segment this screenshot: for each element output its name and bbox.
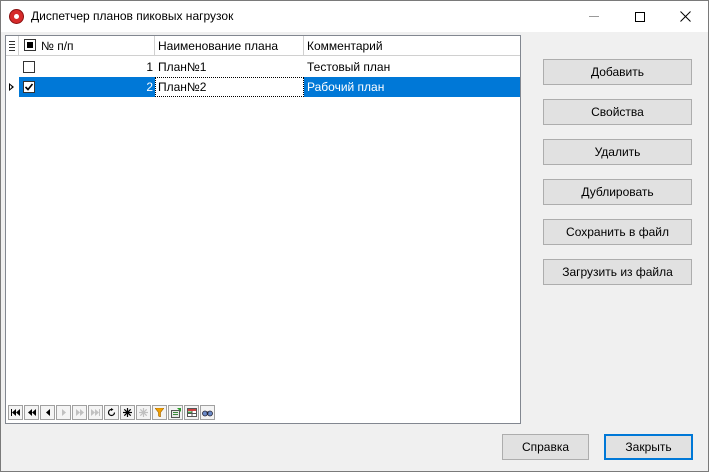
grid-settings-button[interactable] — [184, 405, 199, 420]
find-button[interactable] — [200, 405, 215, 420]
last-record-button[interactable] — [88, 405, 103, 420]
plans-grid[interactable]: № п/п Наименование плана Комментарий 1 П… — [5, 35, 521, 424]
next-record-icon — [61, 409, 66, 416]
grid-menu-button[interactable] — [6, 36, 19, 56]
dialog-window: Диспетчер планов пиковых нагрузок № п/п — [0, 0, 709, 472]
grid-navigator — [8, 405, 215, 422]
duplicate-button[interactable]: Дублировать — [543, 179, 692, 205]
properties-button[interactable]: Свойства — [543, 99, 692, 125]
add-button[interactable]: Добавить — [543, 59, 692, 85]
cell-comment[interactable]: Рабочий план — [304, 77, 520, 97]
minimize-button[interactable] — [571, 1, 617, 32]
cell-number[interactable]: 2 — [19, 77, 155, 97]
window-title: Диспетчер планов пиковых нагрузок — [31, 9, 234, 23]
next-page-button[interactable] — [72, 405, 87, 420]
save-to-file-button[interactable]: Сохранить в файл — [543, 219, 692, 245]
next-record-button[interactable] — [56, 405, 71, 420]
grid-menu-icon — [9, 41, 15, 51]
next-page-icon — [75, 409, 84, 416]
find-icon — [202, 410, 213, 416]
grid-header: № п/п Наименование плана Комментарий — [6, 36, 520, 56]
prior-record-icon — [45, 409, 50, 416]
export-icon — [170, 407, 181, 418]
delete-button[interactable]: Удалить — [543, 139, 692, 165]
table-row[interactable]: 1 План№1 Тестовый план — [6, 57, 520, 77]
cell-comment[interactable]: Тестовый план — [304, 57, 520, 77]
grid-settings-icon — [186, 408, 197, 417]
row-checkbox[interactable] — [23, 81, 35, 93]
cell-number[interactable]: 1 — [19, 57, 155, 77]
cell-name[interactable]: План№1 — [155, 57, 304, 77]
first-record-icon — [11, 409, 20, 416]
prior-record-button[interactable] — [40, 405, 55, 420]
refresh-button[interactable] — [104, 405, 119, 420]
title-bar[interactable]: Диспетчер планов пиковых нагрузок — [1, 1, 708, 32]
delete-record-button[interactable] — [136, 405, 151, 420]
column-header-name[interactable]: Наименование плана — [155, 36, 304, 56]
close-window-button[interactable] — [662, 1, 708, 32]
refresh-icon — [107, 408, 116, 417]
load-from-file-button[interactable]: Загрузить из файла — [543, 259, 692, 285]
table-row[interactable]: 2 План№2 Рабочий план — [6, 77, 520, 97]
filter-button[interactable] — [152, 405, 167, 420]
prior-page-icon — [27, 409, 36, 416]
row-indicator — [6, 57, 19, 77]
minimize-icon — [589, 16, 599, 17]
cell-name[interactable]: План№2 — [155, 77, 304, 97]
maximize-button[interactable] — [617, 1, 663, 32]
close-icon — [679, 11, 691, 22]
close-button[interactable]: Закрыть — [604, 434, 693, 460]
add-record-button[interactable] — [120, 405, 135, 420]
row-indicator — [6, 77, 19, 97]
column-header-number-label: № п/п — [41, 39, 74, 53]
add-record-icon — [123, 408, 132, 417]
first-record-button[interactable] — [8, 405, 23, 420]
delete-record-icon — [139, 408, 148, 417]
app-icon — [9, 9, 24, 24]
current-row-pointer-icon — [9, 83, 14, 91]
prior-page-button[interactable] — [24, 405, 39, 420]
maximize-icon — [635, 11, 645, 22]
checkmark-icon — [24, 83, 34, 91]
column-header-comment[interactable]: Комментарий — [304, 36, 520, 56]
help-button[interactable]: Справка — [502, 434, 589, 460]
export-button[interactable] — [168, 405, 183, 420]
select-all-checkbox[interactable] — [24, 39, 36, 51]
filter-icon — [155, 408, 164, 417]
dialog-client-area: № п/п Наименование плана Комментарий 1 П… — [1, 32, 708, 471]
column-header-number[interactable]: № п/п — [19, 36, 155, 56]
last-record-icon — [91, 409, 100, 416]
